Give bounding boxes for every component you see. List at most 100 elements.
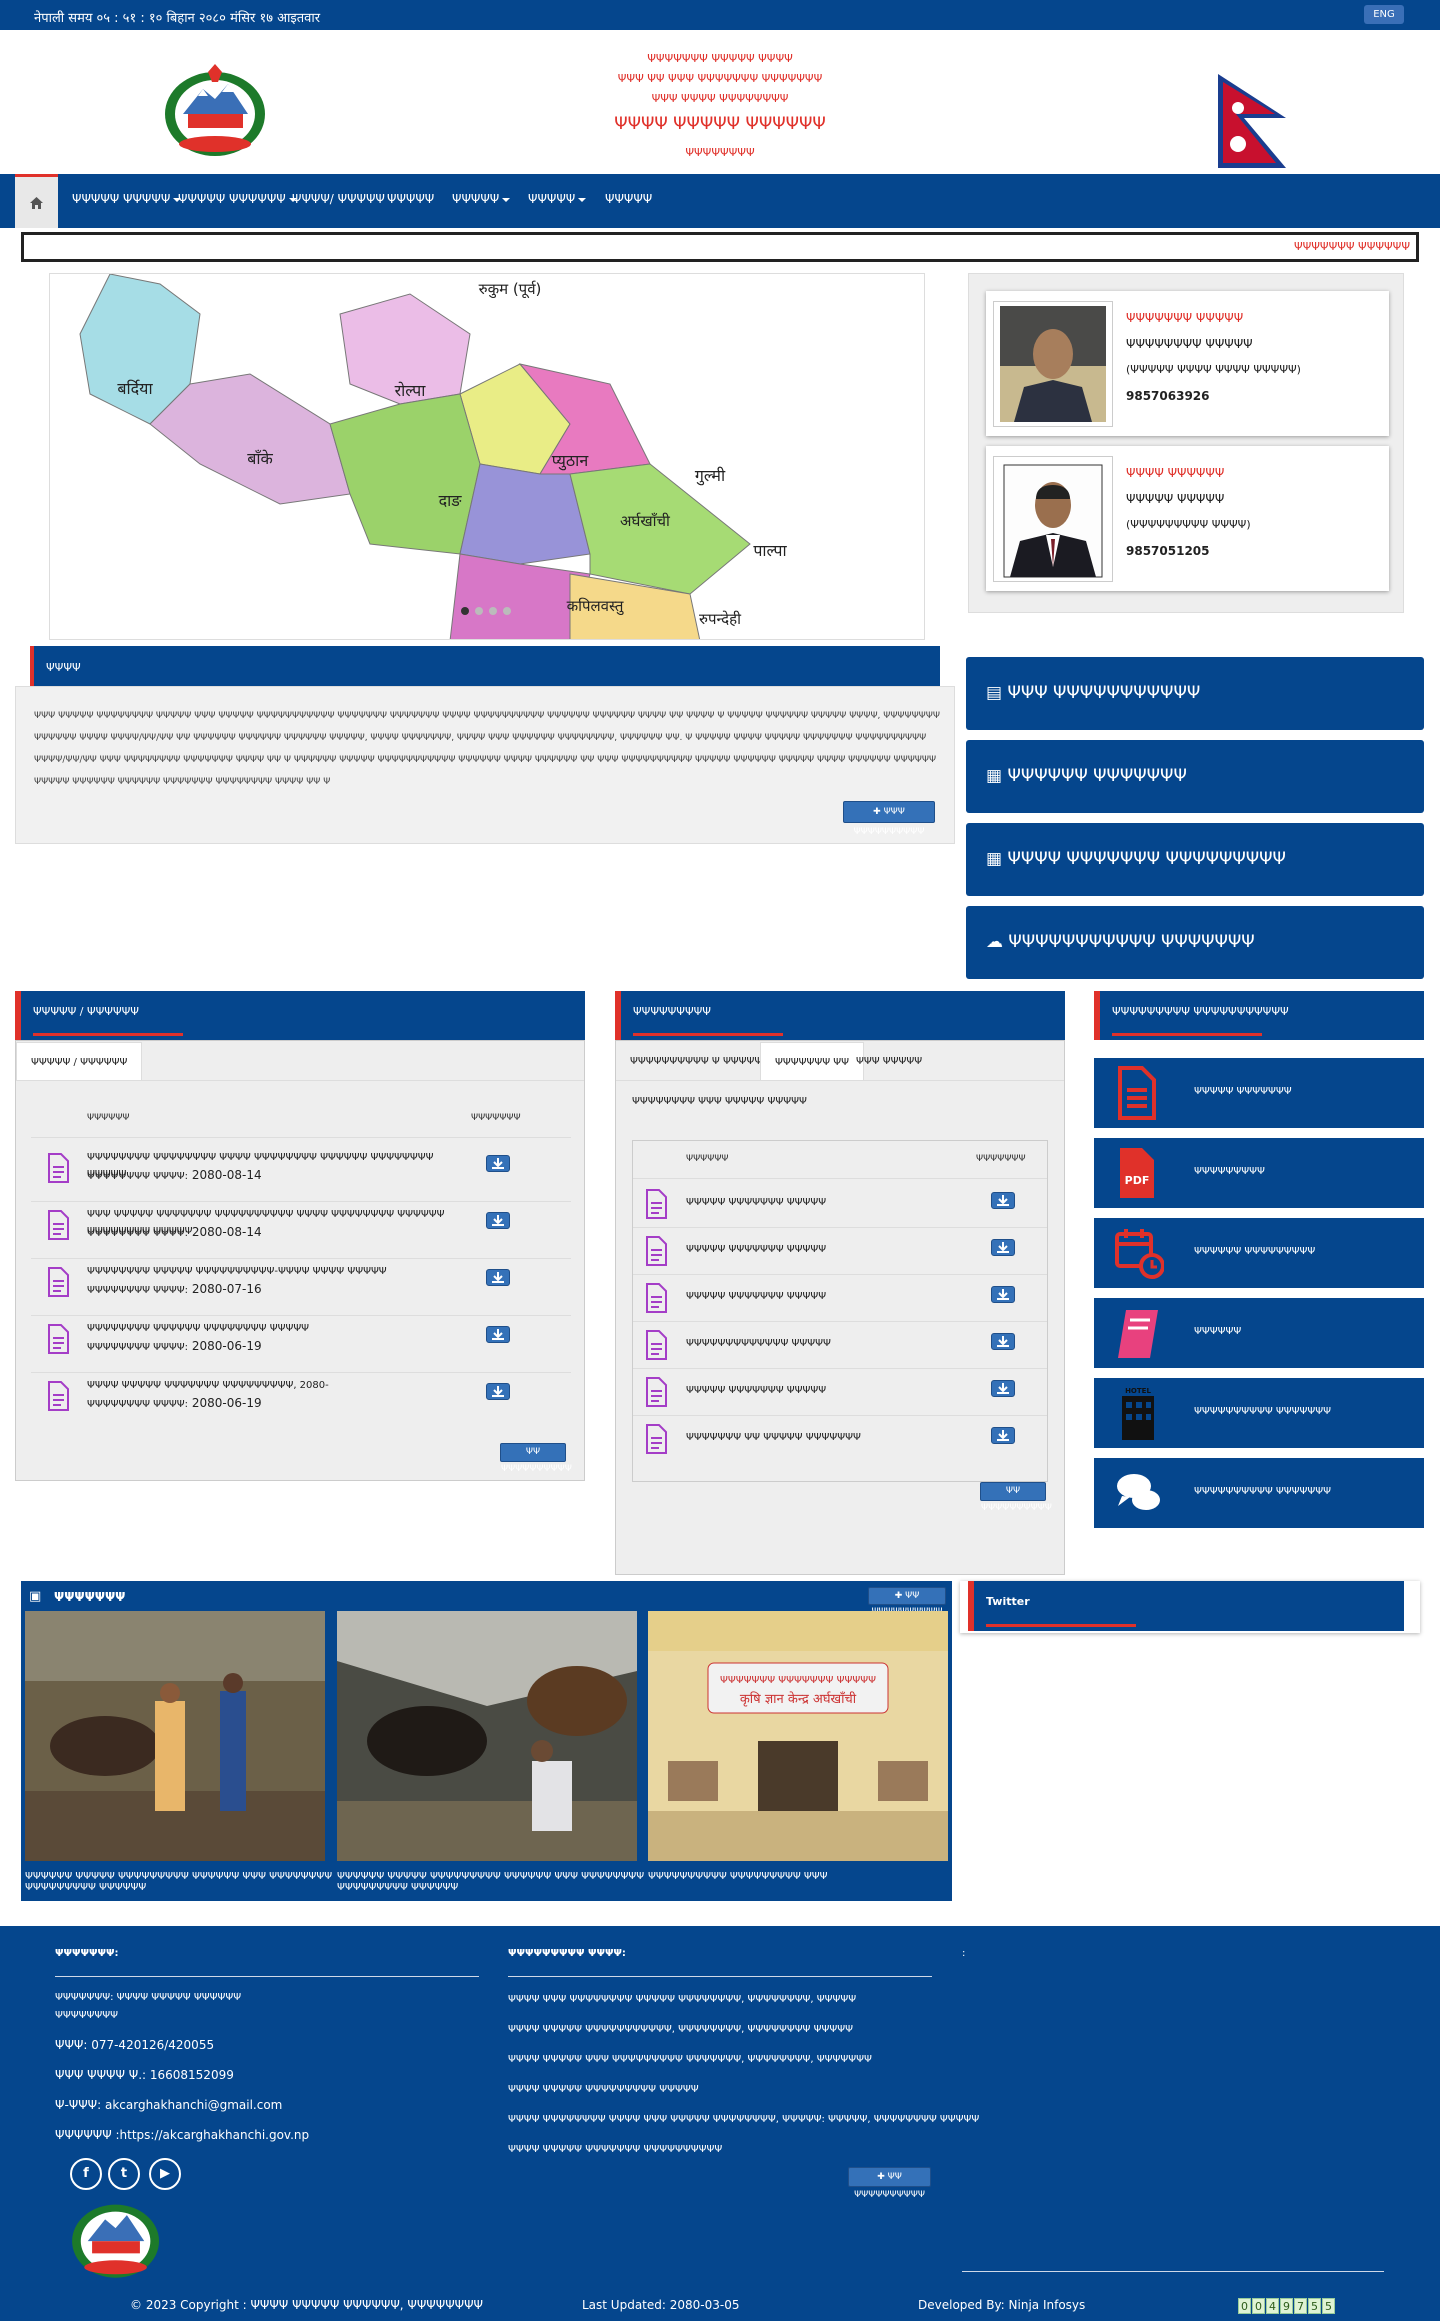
docs-all-button[interactable]: ΨΨ ΨΨΨΨΨΨΨΨΨΨ xyxy=(980,1482,1052,1513)
service-item[interactable]: ΨΨΨΨΨΨΨΨΨΨ ΨΨΨΨΨΨΨ xyxy=(1094,1458,1424,1528)
slider-dot[interactable] xyxy=(475,607,483,615)
news-row[interactable]: ΨΨΨΨΨΨΨΨ ΨΨΨΨΨ ΨΨΨΨΨΨΨΨΨΨ-ΨΨΨΨ ΨΨΨΨ ΨΨΨΨ… xyxy=(31,1259,571,1316)
nav-item-4[interactable]: ΨΨΨΨΨ xyxy=(387,174,434,228)
news-title[interactable]: ΨΨΨΨΨΨΨΨ ΨΨΨΨΨΨ ΨΨΨΨΨΨΨΨ ΨΨΨΨΨ xyxy=(87,1320,467,1337)
language-button[interactable]: ENG xyxy=(1364,5,1404,24)
download-button[interactable] xyxy=(991,1192,1015,1209)
nav-item-5[interactable]: ΨΨΨΨΨ xyxy=(452,174,511,228)
link-button-4[interactable]: ☁ ΨΨΨΨΨΨΨΨΨΨΨ ΨΨΨΨΨΨΨ xyxy=(966,906,1424,979)
document-icon xyxy=(48,1381,69,1411)
news-title[interactable]: ΨΨΨΨ ΨΨΨΨΨ ΨΨΨΨΨΨΨ ΨΨΨΨΨΨΨΨΨ, 2080- xyxy=(87,1377,467,1394)
nav-label: ΨΨΨΨΨ xyxy=(387,192,435,206)
news-row[interactable]: ΨΨΨΨΨΨΨΨ ΨΨΨΨΨΨΨΨ ΨΨΨΨ ΨΨΨΨΨΨΨΨ ΨΨΨΨΨΨ Ψ… xyxy=(31,1145,571,1202)
gallery-image[interactable]: ΨΨΨΨΨΨΨ ΨΨΨΨΨΨΨ ΨΨΨΨΨ कृषि ज्ञान केन्द्र… xyxy=(648,1611,948,1861)
document-icon xyxy=(646,1424,667,1454)
facebook-icon[interactable]: f xyxy=(70,2158,102,2190)
footer-website[interactable]: ΨΨΨΨΨΨ :https://akcarghakhanchi.gov.np xyxy=(55,2128,309,2142)
service-item[interactable]: ΨΨΨΨΨ ΨΨΨΨΨΨΨ xyxy=(1094,1058,1424,1128)
book-icon xyxy=(1118,1310,1158,1358)
gallery-image[interactable] xyxy=(25,1611,325,1861)
download-button[interactable] xyxy=(991,1380,1015,1397)
nav-item-1[interactable]: ΨΨΨΨΨ ΨΨΨΨΨ xyxy=(72,174,182,228)
news-title[interactable]: ΨΨΨΨΨΨΨΨ ΨΨΨΨΨ ΨΨΨΨΨΨΨΨΨΨ-ΨΨΨΨ ΨΨΨΨ ΨΨΨΨ… xyxy=(87,1263,467,1280)
nav-item-3[interactable]: ΨΨΨΨ/ ΨΨΨΨΨ xyxy=(292,174,385,228)
gallery-more-button[interactable]: ✚ ΨΨ ΨΨΨΨΨΨΨΨΨΨ xyxy=(868,1587,946,1617)
image-slider[interactable]: रुकुम (पूर्व) बर्दिया रोल्पा बाँके प्युठ… xyxy=(49,273,925,640)
news-row[interactable]: ΨΨΨΨΨΨΨΨ ΨΨΨΨΨΨ ΨΨΨΨΨΨΨΨ ΨΨΨΨΨ ΨΨΨΨΨΨΨΨ … xyxy=(31,1316,571,1373)
footer-link[interactable]: ΨΨΨΨ ΨΨΨΨΨ ΨΨΨΨΨΨΨΨΨ ΨΨΨΨΨ xyxy=(508,2084,699,2095)
download-button[interactable] xyxy=(991,1239,1015,1256)
footer-email[interactable]: Ψ-ΨΨΨ: akcarghakhanchi@gmail.com xyxy=(55,2098,282,2112)
footer-office: ΨΨΨΨΨΨΨ: ΨΨΨΨ ΨΨΨΨΨ ΨΨΨΨΨΨ xyxy=(55,1992,242,2003)
nav-item-7[interactable]: ΨΨΨΨΨ xyxy=(605,174,652,228)
footer-link[interactable]: ΨΨΨΨ ΨΨΨΨΨ ΨΨΨ ΨΨΨΨΨΨΨΨΨ ΨΨΨΨΨΨΨ, ΨΨΨΨΨΨ… xyxy=(508,2054,872,2065)
download-button[interactable] xyxy=(991,1286,1015,1303)
news-row[interactable]: ΨΨΨΨ ΨΨΨΨΨ ΨΨΨΨΨΨΨ ΨΨΨΨΨΨΨΨΨ, 2080- ΨΨΨΨ… xyxy=(31,1373,571,1429)
slider-dot[interactable] xyxy=(503,607,511,615)
download-button[interactable] xyxy=(486,1155,510,1172)
docs-panel-title: ΨΨΨΨΨΨΨΨΨ xyxy=(633,1005,711,1018)
link-button-3[interactable]: ▦ ΨΨΨΨ ΨΨΨΨΨΨΨ ΨΨΨΨΨΨΨΨΨ xyxy=(966,823,1424,896)
footer-links-more-button[interactable]: ✚ ΨΨ ΨΨΨΨΨΨΨΨΨΨ xyxy=(848,2167,931,2200)
doc-title[interactable]: ΨΨΨΨΨΨΨΨΨΨΨΨΨ ΨΨΨΨΨ xyxy=(686,1335,831,1352)
slider-dot[interactable] xyxy=(461,607,469,615)
service-item[interactable]: ΨΨΨΨΨΨ xyxy=(1094,1298,1424,1368)
download-button[interactable] xyxy=(486,1269,510,1286)
divider xyxy=(31,1137,571,1138)
intro-text: ΨΨΨ ΨΨΨΨΨ ΨΨΨΨΨΨΨΨ ΨΨΨΨΨ ΨΨΨ ΨΨΨΨΨ ΨΨΨΨΨ… xyxy=(34,711,940,787)
download-button[interactable] xyxy=(991,1333,1015,1350)
footer-link[interactable]: ΨΨΨΨ ΨΨΨΨΨ ΨΨΨΨΨΨΨΨΨΨΨ, ΨΨΨΨΨΨΨΨ, ΨΨΨΨΨΨ… xyxy=(508,2024,853,2035)
link-button-1[interactable]: ▤ ΨΨΨ ΨΨΨΨΨΨΨΨΨΨΨ xyxy=(966,657,1424,730)
doc-row[interactable]: ΨΨΨΨΨΨΨ ΨΨ ΨΨΨΨΨ ΨΨΨΨΨΨΨ xyxy=(633,1416,1047,1462)
news-ticker[interactable]: ΨΨΨΨΨΨΨ ΨΨΨΨΨΨ xyxy=(21,232,1419,262)
news-date: ΨΨΨΨΨΨΨΨ ΨΨΨΨ: 2080-07-16 xyxy=(87,1281,262,1299)
nav-home[interactable] xyxy=(15,174,58,228)
tab-news[interactable]: ΨΨΨΨΨ / ΨΨΨΨΨΨ xyxy=(16,1042,143,1080)
doc-title[interactable]: ΨΨΨΨΨΨΨ ΨΨ ΨΨΨΨΨ ΨΨΨΨΨΨΨ xyxy=(686,1429,861,1446)
doc-row[interactable]: ΨΨΨΨΨ ΨΨΨΨΨΨΨ ΨΨΨΨΨ xyxy=(633,1181,1047,1228)
doc-title[interactable]: ΨΨΨΨΨ ΨΨΨΨΨΨΨ ΨΨΨΨΨ xyxy=(686,1194,826,1211)
plus-icon: ✚ xyxy=(873,807,884,817)
footer-link[interactable]: ΨΨΨΨ ΨΨΨΨΨ ΨΨΨΨΨΨΨ ΨΨΨΨΨΨΨΨΨΨ xyxy=(508,2144,722,2155)
nav-item-6[interactable]: ΨΨΨΨΨ xyxy=(528,174,587,228)
doc-title[interactable]: ΨΨΨΨΨ ΨΨΨΨΨΨΨ ΨΨΨΨΨ xyxy=(686,1288,826,1305)
news-row[interactable]: ΨΨΨ ΨΨΨΨΨ ΨΨΨΨΨΨΨ ΨΨΨΨΨΨΨΨΨΨ ΨΨΨΨ ΨΨΨΨΨΨ… xyxy=(31,1202,571,1259)
tab-docs-3[interactable]: ΨΨΨ ΨΨΨΨΨ xyxy=(842,1042,936,1080)
doc-row[interactable]: ΨΨΨΨΨ ΨΨΨΨΨΨΨ ΨΨΨΨΨ xyxy=(633,1275,1047,1322)
service-item[interactable]: HOTEL ΨΨΨΨΨΨΨΨΨΨ ΨΨΨΨΨΨΨ xyxy=(1094,1378,1424,1448)
intro-more-label: ΨΨΨ ΨΨΨΨΨΨΨΨΨΨ xyxy=(853,807,925,837)
doc-title[interactable]: ΨΨΨΨΨ ΨΨΨΨΨΨΨ ΨΨΨΨΨ xyxy=(686,1382,826,1399)
district-label: दाङ xyxy=(439,491,463,510)
caret-down-icon xyxy=(578,197,587,202)
nav-item-2[interactable]: ΨΨΨΨΨ ΨΨΨΨΨΨ xyxy=(178,174,297,228)
official-designation: (ΨΨΨΨΨ ΨΨΨΨ ΨΨΨΨ ΨΨΨΨΨ) xyxy=(1126,363,1301,376)
plus-icon: ✚ xyxy=(877,2172,888,2182)
footer-link[interactable]: ΨΨΨΨ ΨΨΨ ΨΨΨΨΨΨΨΨ ΨΨΨΨΨ ΨΨΨΨΨΨΨΨ, ΨΨΨΨΨΨ… xyxy=(508,1994,856,2005)
download-button[interactable] xyxy=(991,1427,1015,1444)
newspaper-icon: ▦ xyxy=(986,849,1008,869)
slider-dot[interactable] xyxy=(489,607,497,615)
download-button[interactable] xyxy=(486,1383,510,1400)
gallery-image[interactable] xyxy=(337,1611,637,1861)
download-icon xyxy=(997,1195,1009,1206)
youtube-icon[interactable]: ▶ xyxy=(149,2158,181,2190)
docs-panel-heading: ΨΨΨΨΨΨΨΨΨ xyxy=(615,991,1065,1040)
link-button-2[interactable]: ▦ ΨΨΨΨΨΨ ΨΨΨΨΨΨΨ xyxy=(966,740,1424,813)
district-label: बर्दिया xyxy=(117,379,153,398)
doc-title[interactable]: ΨΨΨΨΨ ΨΨΨΨΨΨΨ ΨΨΨΨΨ xyxy=(686,1241,826,1258)
service-item[interactable]: ΨΨΨΨΨΨ ΨΨΨΨΨΨΨΨΨ xyxy=(1094,1218,1424,1288)
download-button[interactable] xyxy=(486,1326,510,1343)
download-button[interactable] xyxy=(486,1212,510,1229)
header: ΨΨΨΨΨΨΨ ΨΨΨΨΨ ΨΨΨΨ ΨΨΨ ΨΨ ΨΨΨ ΨΨΨΨΨΨΨ ΨΨ… xyxy=(0,30,1440,174)
footer-link[interactable]: ΨΨΨΨ ΨΨΨΨΨΨΨΨ ΨΨΨΨ ΨΨΨ ΨΨΨΨΨ ΨΨΨΨΨΨΨΨ, Ψ… xyxy=(508,2114,979,2125)
official-designation: (ΨΨΨΨΨΨΨΨΨ ΨΨΨΨ) xyxy=(1126,518,1251,531)
footer-developed-by[interactable]: Developed By: Ninja Infosys xyxy=(918,2298,1085,2312)
news-all-button[interactable]: ΨΨ ΨΨΨΨΨΨΨΨΨΨ xyxy=(500,1443,572,1474)
doc-row[interactable]: ΨΨΨΨΨΨΨΨΨΨΨΨΨ ΨΨΨΨΨ xyxy=(633,1322,1047,1369)
twitter-icon[interactable]: t xyxy=(108,2158,140,2190)
footer-contact-heading: ΨΨΨΨΨΨΨ: xyxy=(55,1948,119,1959)
doc-row[interactable]: ΨΨΨΨΨ ΨΨΨΨΨΨΨ ΨΨΨΨΨ xyxy=(633,1228,1047,1275)
doc-row[interactable]: ΨΨΨΨΨ ΨΨΨΨΨΨΨ ΨΨΨΨΨ xyxy=(633,1369,1047,1416)
intro-more-button[interactable]: ✚ ΨΨΨ ΨΨΨΨΨΨΨΨΨΨ xyxy=(843,801,935,837)
service-item[interactable]: PDF ΨΨΨΨΨΨΨΨΨ xyxy=(1094,1138,1424,1208)
